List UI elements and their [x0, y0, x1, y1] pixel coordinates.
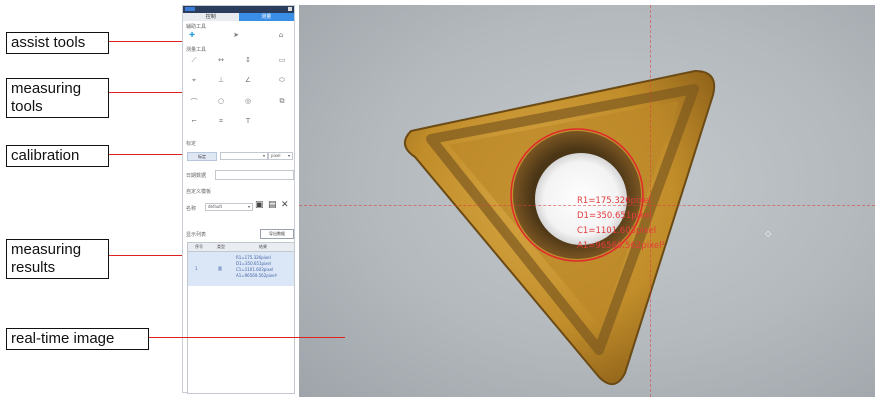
close-icon[interactable]	[288, 7, 292, 11]
real-time-image[interactable]: ◇ R1=175.326pixel D1=350.651pixel C1=110…	[299, 5, 875, 397]
leader-measuring-tools	[109, 92, 185, 93]
callout-measuring-tools-line1: measuring	[11, 80, 82, 97]
template-select-value: default	[208, 204, 223, 209]
leader-real-time-image	[149, 337, 345, 338]
header-type: 类型	[217, 244, 225, 249]
measurement-radius: R1=175.326pixel	[577, 196, 651, 206]
text-tool-icon[interactable]: T	[243, 117, 253, 125]
section-date-data: 日期数据	[186, 173, 207, 179]
unit-select-value: pixel	[271, 153, 281, 158]
callout-real-time-image-text: real-time image	[11, 330, 115, 347]
callout-measuring-results-line2: results	[11, 259, 56, 276]
header-index: 序号	[195, 244, 203, 249]
tab-measure[interactable]: 测量	[238, 13, 294, 21]
calibrate-button[interactable]: 标定	[187, 152, 217, 161]
settings-tools-icon[interactable]: ✕	[281, 200, 289, 210]
calibration-select[interactable]: ▾	[220, 152, 268, 160]
results-table-header: 序号 类型 结果	[188, 243, 294, 252]
leader-calibration	[109, 154, 185, 155]
concentric-circle-icon[interactable]: ◎	[243, 97, 253, 105]
horizontal-distance-icon[interactable]: ↔	[216, 56, 226, 64]
callout-calibration-text: calibration	[11, 147, 80, 164]
header-result: 结果	[259, 244, 267, 249]
arc-tool-icon[interactable]: ⌒	[189, 97, 199, 107]
leader-measuring-results	[109, 255, 185, 256]
section-calibration: 标定	[186, 141, 197, 147]
template-name-label: 名称	[186, 206, 197, 212]
table-row[interactable]: 1 圆 R1=175.326pixel D1=350.651pixel C1=1…	[188, 252, 294, 286]
save-icon[interactable]: ▤	[268, 200, 277, 210]
section-results-list: 显示列表	[186, 232, 207, 238]
results-table: 序号 类型 结果 1 圆 R1=175.326pixel D1=350.651p…	[187, 242, 295, 394]
chevron-down-icon: ▾	[287, 153, 290, 158]
row-result-area: A1=96569.562pixel²	[236, 273, 278, 278]
row-type: 圆	[218, 266, 222, 271]
callout-assist-tools: assist tools	[6, 32, 109, 54]
crosshair-toggle-icon[interactable]: ✚	[187, 31, 197, 39]
point-marker-icon: ◇	[765, 229, 772, 238]
circle-distance-icon[interactable]: ⧉	[277, 97, 287, 106]
callout-assist-tools-text: assist tools	[11, 34, 86, 51]
line-tool-icon[interactable]: ⟋	[189, 56, 199, 65]
date-data-input[interactable]	[215, 170, 294, 180]
vertical-distance-icon[interactable]: ↕	[243, 56, 253, 64]
tab-control[interactable]: 控制	[183, 13, 239, 21]
panel-tabs: 控制 测量	[183, 13, 294, 21]
area-tool-icon[interactable]: ⌗	[216, 117, 226, 126]
callout-measuring-results-line1: measuring	[11, 241, 82, 258]
angle-tool-icon[interactable]: ∠	[243, 76, 253, 84]
point-line-icon[interactable]: ⌖	[189, 76, 199, 85]
folder-open-icon[interactable]: ▣	[255, 200, 264, 210]
eraser-icon[interactable]: ⌂	[276, 31, 286, 39]
row-index: 1	[195, 266, 198, 271]
polyline-tool-icon[interactable]: ⌐	[189, 117, 199, 125]
ellipse-tool-icon[interactable]: ⬭	[277, 76, 287, 85]
app-logo-icon	[185, 7, 195, 11]
callout-real-time-image: real-time image	[6, 328, 149, 350]
section-custom-template: 自定义模板	[186, 189, 212, 195]
export-data-button[interactable]: 导出数据	[260, 229, 294, 239]
callout-measuring-tools: measuring tools	[6, 78, 109, 118]
pointer-icon[interactable]: ➤	[231, 31, 241, 39]
measurement-diameter: D1=350.651pixel	[577, 211, 652, 221]
row-result: R1=175.326pixel D1=350.651pixel C1=1101.…	[236, 255, 277, 279]
callout-calibration: calibration	[6, 145, 109, 167]
panel-title-bar	[183, 6, 294, 13]
section-assist-tools: 辅助工具	[186, 24, 207, 30]
unit-select[interactable]: pixel ▾	[268, 152, 293, 160]
chevron-down-icon: ▾	[247, 204, 250, 209]
section-measuring-tools: 测量工具	[186, 47, 207, 53]
control-panel: 控制 测量 辅助工具 ✚ ➤ ⌂ 测量工具 ⟋ ↔ ↕ ▭ ⌖ ⊥ ∠ ⬭ ⌒ …	[182, 5, 295, 394]
callout-measuring-tools-line2: tools	[11, 98, 43, 115]
perpendicular-icon[interactable]: ⊥	[216, 76, 226, 84]
template-select[interactable]: default ▾	[205, 203, 253, 211]
rectangle-tool-icon[interactable]: ▭	[277, 56, 287, 64]
leader-assist-tools	[109, 41, 185, 42]
measurement-circumference: C1=1101.603pixel	[577, 226, 657, 236]
chevron-down-icon: ▾	[262, 153, 265, 158]
measurement-area: A1=96569.562pixel²	[577, 241, 665, 251]
callout-measuring-results: measuring results	[6, 239, 109, 279]
circle-tool-icon[interactable]: ○	[216, 97, 226, 105]
